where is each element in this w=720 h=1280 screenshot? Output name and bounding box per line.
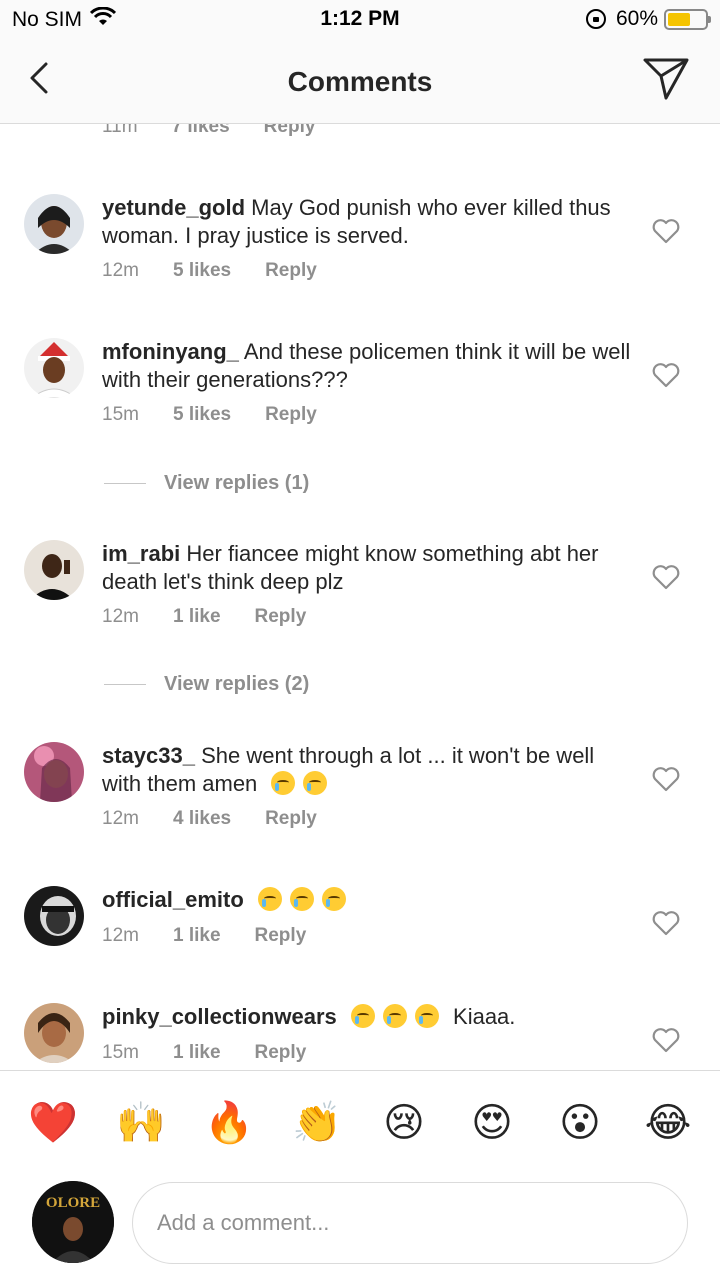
avatar[interactable] bbox=[24, 540, 84, 600]
avatar[interactable] bbox=[24, 194, 84, 254]
crying-emoji-icon bbox=[289, 887, 314, 912]
divider bbox=[104, 483, 146, 484]
likes-button[interactable]: 1 like bbox=[173, 925, 221, 947]
comment-meta: 12m 5 likes Reply bbox=[102, 260, 317, 282]
crying-emoji-icon bbox=[382, 1004, 407, 1029]
view-replies-label: View replies (1) bbox=[164, 472, 310, 494]
my-avatar: OLORE bbox=[32, 1181, 114, 1263]
comment-username[interactable]: im_rabi bbox=[102, 541, 180, 566]
emoji-quick-bar: ❤️ 🙌 🔥 👏 😢 😍 😮 😂 bbox=[0, 1070, 720, 1174]
crying-emoji-icon bbox=[303, 771, 328, 796]
battery-percent: 60% bbox=[615, 7, 658, 30]
comment-time: 15m bbox=[102, 404, 139, 425]
reply-button[interactable]: Reply bbox=[255, 1042, 307, 1064]
page-title: Comments bbox=[287, 66, 433, 97]
comment-time: 12m bbox=[102, 925, 139, 946]
avatar[interactable] bbox=[24, 338, 84, 398]
reply-button[interactable]: Reply bbox=[265, 260, 317, 282]
likes-button[interactable]: 1 like bbox=[173, 606, 221, 628]
like-comment-button[interactable] bbox=[652, 910, 680, 936]
crying-emoji-icon bbox=[414, 1004, 439, 1029]
view-replies-button[interactable]: View replies (1) bbox=[104, 472, 309, 495]
divider bbox=[104, 684, 146, 685]
comment-username[interactable]: yetunde_gold bbox=[102, 195, 245, 220]
comment-body: Kiaaa. bbox=[453, 1004, 516, 1029]
comment-text: official_emito bbox=[102, 886, 632, 914]
view-replies-label: View replies (2) bbox=[164, 673, 310, 695]
comment-list[interactable]: 11m 7 likes Reply yetunde_gold May God p… bbox=[0, 124, 720, 1070]
comment-username[interactable]: pinky_collectionwears bbox=[102, 1004, 337, 1029]
paper-plane-icon bbox=[643, 58, 689, 100]
heart-outline-icon bbox=[652, 219, 680, 244]
heart-emoji-button[interactable]: ❤️ bbox=[28, 1099, 78, 1147]
likes-button[interactable]: 5 likes bbox=[173, 260, 231, 282]
status-right: 60% bbox=[585, 7, 711, 31]
laughing-emoji-button[interactable]: 😂 bbox=[644, 1099, 692, 1147]
comment-meta: 12m 1 like Reply bbox=[102, 925, 306, 947]
crying-emoji-icon bbox=[350, 1004, 375, 1029]
fire-emoji-button[interactable]: 🔥 bbox=[204, 1099, 254, 1147]
comment-composer: OLORE bbox=[0, 1174, 720, 1280]
comment-meta: 15m 5 likes Reply bbox=[102, 404, 317, 426]
like-comment-button[interactable] bbox=[652, 218, 680, 244]
likes-button[interactable]: 4 likes bbox=[173, 808, 231, 830]
partial-comment-meta: 11m 7 likes Reply bbox=[102, 124, 315, 138]
like-comment-button[interactable] bbox=[652, 766, 680, 792]
raising-hands-emoji-button[interactable]: 🙌 bbox=[116, 1099, 166, 1147]
profile-picture: OLORE bbox=[32, 1181, 114, 1263]
avatar[interactable] bbox=[24, 1003, 84, 1063]
crying-emoji-icon bbox=[271, 771, 296, 796]
likes-button[interactable]: 1 like bbox=[173, 1042, 221, 1064]
comment-time: 11m bbox=[102, 124, 138, 137]
share-button[interactable] bbox=[642, 56, 690, 102]
battery-icon bbox=[664, 8, 711, 30]
comment-time: 12m bbox=[102, 260, 139, 281]
heart-outline-icon bbox=[652, 363, 680, 388]
crying-emoji-icon bbox=[257, 887, 282, 912]
reply-button[interactable]: Reply bbox=[265, 808, 317, 830]
comment-meta: 12m 1 like Reply bbox=[102, 606, 306, 628]
comment-time: 12m bbox=[102, 606, 139, 627]
clapping-emoji-button[interactable]: 👏 bbox=[292, 1099, 342, 1147]
nav-header: Comments bbox=[0, 40, 720, 124]
like-comment-button[interactable] bbox=[652, 564, 680, 590]
comment-username[interactable]: stayc33_ bbox=[102, 743, 195, 768]
rotation-lock-icon bbox=[585, 9, 606, 29]
status-bar: No SIM 1:12 PM 60% bbox=[0, 0, 720, 40]
likes-button[interactable]: 7 likes bbox=[172, 124, 230, 138]
heart-eyes-emoji-button[interactable]: 😍 bbox=[468, 1099, 516, 1147]
reply-button[interactable]: Reply bbox=[265, 404, 317, 426]
like-comment-button[interactable] bbox=[652, 362, 680, 388]
avatar[interactable] bbox=[24, 742, 84, 802]
reply-button[interactable]: Reply bbox=[255, 606, 307, 628]
comment-text: mfoninyang_ And these policemen think it… bbox=[102, 338, 632, 394]
heart-outline-icon bbox=[652, 911, 680, 936]
comment-time: 15m bbox=[102, 1042, 139, 1063]
heart-outline-icon bbox=[652, 767, 680, 792]
avatar-logo-text: OLORE bbox=[46, 1195, 100, 1211]
comment-time: 12m bbox=[102, 808, 139, 829]
comment-username[interactable]: official_emito bbox=[102, 887, 244, 912]
comment-text: yetunde_gold May God punish who ever kil… bbox=[102, 194, 632, 250]
reply-button[interactable]: Reply bbox=[255, 925, 307, 947]
heart-outline-icon bbox=[652, 565, 680, 590]
comment-text: im_rabi Her fiancee might know something… bbox=[102, 540, 632, 596]
comment-meta: 12m 4 likes Reply bbox=[102, 808, 317, 830]
crying-emoji-button[interactable]: 😢 bbox=[380, 1099, 428, 1147]
view-replies-button[interactable]: View replies (2) bbox=[104, 673, 309, 696]
surprised-emoji-button[interactable]: 😮 bbox=[556, 1099, 604, 1147]
comment-input[interactable] bbox=[132, 1182, 688, 1264]
avatar[interactable] bbox=[24, 886, 84, 946]
likes-button[interactable]: 5 likes bbox=[173, 404, 231, 426]
heart-outline-icon bbox=[652, 1028, 680, 1053]
comment-text: pinky_collectionwears Kiaaa. bbox=[102, 1003, 632, 1031]
like-comment-button[interactable] bbox=[652, 1027, 680, 1053]
crying-emoji-icon bbox=[321, 887, 346, 912]
comment-text: stayc33_ She went through a lot ... it w… bbox=[102, 742, 632, 798]
comment-meta: 15m 1 like Reply bbox=[102, 1042, 306, 1064]
comment-username[interactable]: mfoninyang_ bbox=[102, 339, 239, 364]
reply-button[interactable]: Reply bbox=[264, 124, 316, 138]
